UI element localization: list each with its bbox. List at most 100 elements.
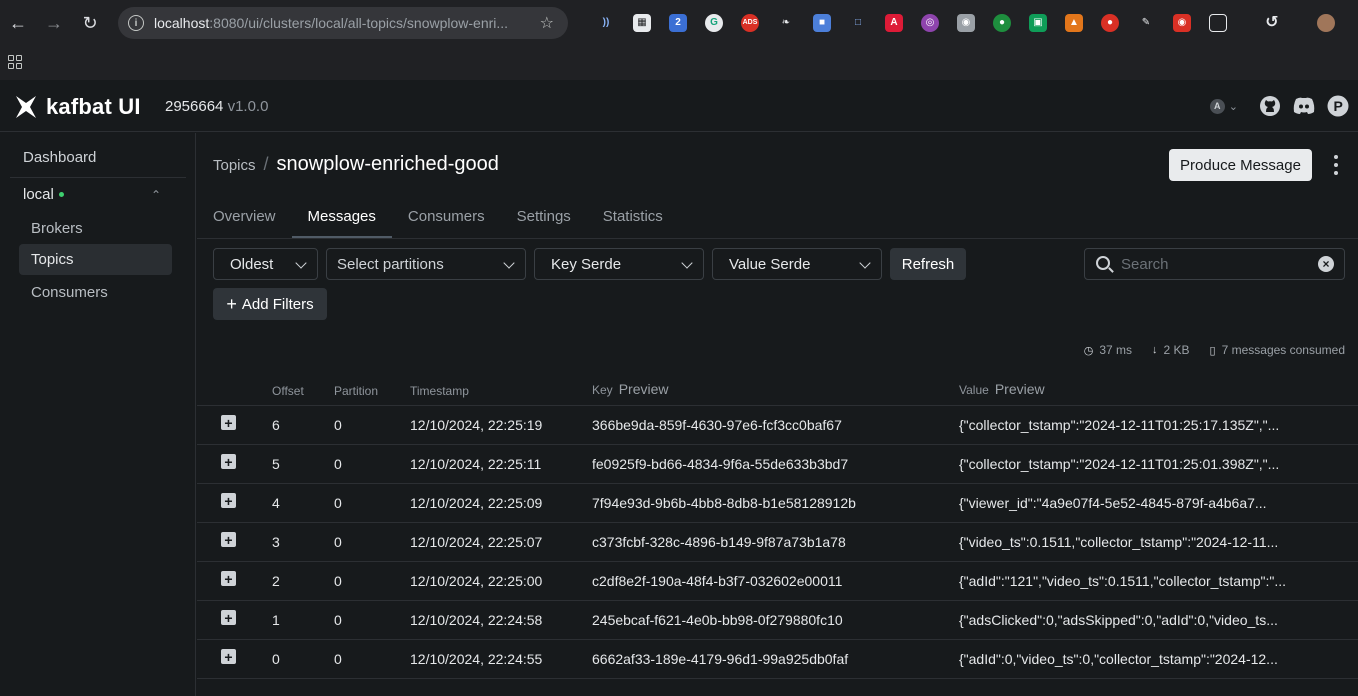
discord-icon[interactable] bbox=[1292, 94, 1316, 118]
add-filters-button[interactable]: + Add Filters bbox=[213, 288, 327, 320]
cell-key[interactable]: 7f94e93d-9b6b-4bb8-8db8-b1e58128912b bbox=[592, 495, 856, 511]
forward-icon[interactable]: → bbox=[37, 6, 71, 40]
cell-offset: 0 bbox=[272, 651, 280, 667]
bookmarks-bar bbox=[0, 46, 1358, 80]
col-key: Key Preview bbox=[592, 381, 668, 397]
cell-value[interactable]: {"collector_tstamp":"2024-12-11T01:25:17… bbox=[959, 417, 1279, 433]
cell-offset: 1 bbox=[272, 612, 280, 628]
tab-settings[interactable]: Settings bbox=[517, 195, 571, 238]
topic-tabs: Overview Messages Consumers Settings Sta… bbox=[213, 195, 695, 238]
cell-key[interactable]: c2df8e2f-190a-48f4-b3f7-032602e00011 bbox=[592, 573, 842, 589]
table-row[interactable]: +3 0 12/10/2024, 22:25:07 c373fcbf-328c-489… bbox=[197, 523, 1358, 562]
reload-icon[interactable]: ↻ bbox=[73, 6, 107, 40]
clear-search-icon[interactable]: × bbox=[1318, 256, 1334, 272]
table-row[interactable]: +2 0 12/10/2024, 22:25:00 c2df8e2f-190a-48f… bbox=[197, 562, 1358, 601]
profile-avatar-icon[interactable] bbox=[1308, 11, 1344, 35]
apps-grid-icon[interactable] bbox=[8, 55, 22, 69]
extension-chat-icon[interactable]: ▣ bbox=[1020, 11, 1056, 35]
extension-crop-icon[interactable]: □ bbox=[840, 11, 876, 35]
extension-metamask-icon[interactable]: ▲ bbox=[1056, 11, 1092, 35]
sidebar-item-dashboard[interactable]: Dashboard bbox=[23, 149, 219, 166]
cell-key[interactable]: fe0925f9-bd66-4834-9f6a-55de633b3bd7 bbox=[592, 456, 848, 472]
refresh-button[interactable]: Refresh bbox=[890, 248, 966, 280]
extension-qr-icon[interactable]: ▦ bbox=[624, 11, 660, 35]
key-serde-select[interactable]: Key Serde bbox=[534, 248, 704, 280]
extension-camera-icon[interactable]: ◉ bbox=[948, 11, 984, 35]
expand-row-icon[interactable]: + bbox=[221, 571, 236, 586]
extension-grammarly-icon[interactable]: G bbox=[696, 11, 732, 35]
breadcrumb-topics-link[interactable]: Topics bbox=[213, 157, 256, 174]
sidebar-cluster-local[interactable]: local ⌃ bbox=[23, 186, 219, 203]
cell-value[interactable]: {"collector_tstamp":"2024-12-11T01:25:01… bbox=[959, 456, 1279, 472]
bookmark-star-icon[interactable]: ☆ bbox=[540, 13, 554, 33]
chevron-up-icon[interactable]: ⌃ bbox=[151, 188, 161, 202]
tab-consumers[interactable]: Consumers bbox=[408, 195, 485, 238]
sidebar-item-topics[interactable]: Topics bbox=[19, 244, 172, 275]
table-row[interactable]: +1 0 12/10/2024, 22:24:58 245ebcaf-f621-4e0… bbox=[197, 601, 1358, 640]
produce-message-button[interactable]: Produce Message bbox=[1169, 149, 1312, 181]
extension-eye-icon[interactable]: ◉ bbox=[1164, 11, 1200, 35]
expand-row-icon[interactable]: + bbox=[221, 493, 236, 508]
extension-wifi-icon[interactable]: )) bbox=[588, 11, 624, 35]
extension-badge-icon[interactable]: 2 bbox=[660, 11, 696, 35]
cell-key[interactable]: c373fcbf-328c-4896-b149-9f87a73b1a78 bbox=[592, 534, 846, 550]
consume-stats: ◷ 37 ms ↓ 2 KB ▯ 7 messages consumed bbox=[1084, 343, 1345, 357]
extension-record-icon[interactable]: ● bbox=[1092, 11, 1128, 35]
table-row[interactable]: +4 0 12/10/2024, 22:25:09 7f94e93d-9b6b-4bb… bbox=[197, 484, 1358, 523]
svg-text:P: P bbox=[1334, 98, 1343, 114]
cell-partition: 0 bbox=[334, 534, 342, 550]
tab-messages[interactable]: Messages bbox=[291, 195, 392, 238]
back-icon[interactable]: ← bbox=[1, 6, 35, 40]
user-menu-button[interactable]: A ⌄ bbox=[1209, 98, 1238, 114]
product-hunt-icon[interactable]: P bbox=[1326, 94, 1350, 118]
url-path: :8080/ui/clusters/local/all-topics/snowp… bbox=[209, 15, 509, 31]
cell-key[interactable]: 366be9da-859f-4630-97e6-fcf3cc0baf67 bbox=[592, 417, 842, 433]
extension-feather-icon[interactable]: ❧ bbox=[768, 11, 804, 35]
expand-row-icon[interactable]: + bbox=[221, 532, 236, 547]
extension-folder-icon[interactable]: ■ bbox=[804, 11, 840, 35]
cell-partition: 0 bbox=[334, 456, 342, 472]
app-logo[interactable]: kafbat UI bbox=[14, 94, 141, 120]
expand-row-icon[interactable]: + bbox=[221, 415, 236, 430]
table-row[interactable]: +6 0 12/10/2024, 22:25:19 366be9da-859f-463… bbox=[197, 406, 1358, 445]
cell-value[interactable]: {"adId":"121","video_ts":0.1511,"collect… bbox=[959, 573, 1286, 589]
table-row[interactable]: +5 0 12/10/2024, 22:25:11 fe0925f9-bd66-483… bbox=[197, 445, 1358, 484]
table-row[interactable]: +0 0 12/10/2024, 22:24:55 6662af33-189e-417… bbox=[197, 640, 1358, 679]
cell-value[interactable]: {"video_ts":0.1511,"collector_tstamp":"2… bbox=[959, 534, 1278, 550]
extensions-puzzle-icon[interactable]: ​ bbox=[1200, 11, 1236, 35]
build-hash: 2956664 bbox=[165, 98, 224, 115]
expand-row-icon[interactable]: + bbox=[221, 649, 236, 664]
address-bar[interactable]: i localhost:8080/ui/clusters/local/all-t… bbox=[118, 7, 568, 39]
tab-overview[interactable]: Overview bbox=[213, 195, 276, 238]
search-input[interactable]: Search × bbox=[1084, 248, 1345, 280]
key-preview-toggle[interactable]: Preview bbox=[619, 381, 669, 397]
cell-key[interactable]: 6662af33-189e-4179-96d1-99a925db0faf bbox=[592, 651, 848, 667]
extension-globe-icon[interactable]: ◎ bbox=[912, 11, 948, 35]
partitions-select[interactable]: Select partitions bbox=[326, 248, 526, 280]
value-preview-toggle[interactable]: Preview bbox=[995, 381, 1045, 397]
page-title: snowplow-enriched-good bbox=[276, 153, 499, 175]
value-serde-select[interactable]: Value Serde bbox=[712, 248, 882, 280]
site-info-icon[interactable]: i bbox=[128, 15, 144, 31]
extension-adblock-icon[interactable]: ADS bbox=[732, 11, 768, 35]
extension-eyedropper-icon[interactable]: ✎ bbox=[1128, 11, 1164, 35]
cell-key[interactable]: 245ebcaf-f621-4e0b-bb98-0f279880fc10 bbox=[592, 612, 843, 628]
github-icon[interactable] bbox=[1258, 94, 1282, 118]
cell-value[interactable]: {"adId":0,"video_ts":0,"collector_tstamp… bbox=[959, 651, 1278, 667]
search-placeholder: Search bbox=[1121, 255, 1169, 273]
extension-angular-icon[interactable]: A bbox=[876, 11, 912, 35]
consumed-stat: ▯ 7 messages consumed bbox=[1210, 343, 1345, 357]
seek-type-select[interactable]: Oldest bbox=[213, 248, 318, 280]
cell-value[interactable]: {"viewer_id":"4a9e07f4-5e52-4845-879f-a4… bbox=[959, 495, 1267, 511]
arrow-down-icon: ↓ bbox=[1152, 344, 1158, 356]
document-icon: ▯ bbox=[1209, 344, 1216, 357]
tab-statistics[interactable]: Statistics bbox=[603, 195, 663, 238]
expand-row-icon[interactable]: + bbox=[221, 454, 236, 469]
expand-row-icon[interactable]: + bbox=[221, 610, 236, 625]
cell-offset: 3 bbox=[272, 534, 280, 550]
cell-value[interactable]: {"adsClicked":0,"adsSkipped":0,"adId":0,… bbox=[959, 612, 1278, 628]
extension-green-icon[interactable]: ● bbox=[984, 11, 1020, 35]
more-options-icon[interactable] bbox=[1329, 155, 1343, 175]
history-icon[interactable]: ↺ bbox=[1254, 11, 1290, 35]
col-timestamp: Timestamp bbox=[410, 384, 469, 398]
